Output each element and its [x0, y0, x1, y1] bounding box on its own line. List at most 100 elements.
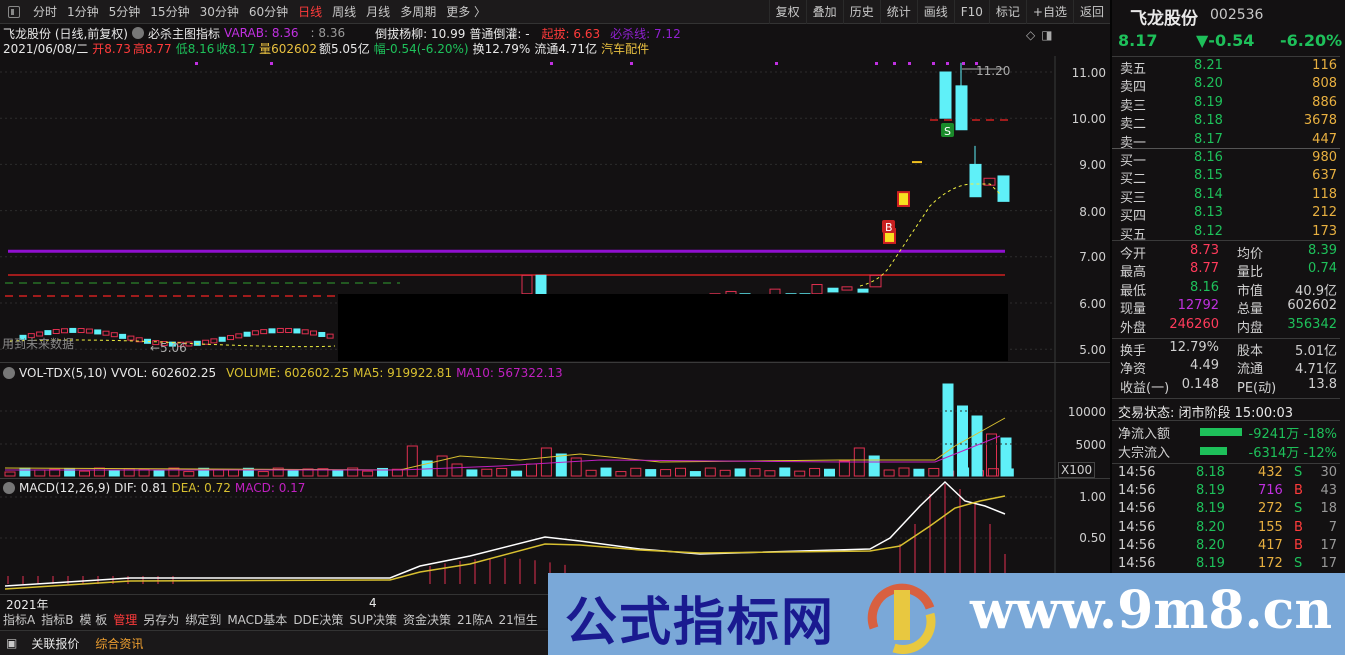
candle: [243, 331, 251, 337]
low-price-label: ←5.06: [150, 341, 187, 355]
volume-bar: [838, 460, 850, 477]
volume-bar: [779, 467, 791, 477]
indicator-tab[interactable]: 指标A: [0, 611, 38, 628]
period-tab[interactable]: 日线: [293, 3, 327, 20]
indicator-settings-icon[interactable]: [132, 27, 144, 39]
pane-divider[interactable]: [0, 362, 1110, 363]
layout-icon[interactable]: ▣: [0, 636, 23, 650]
period-tab[interactable]: 15分钟: [145, 3, 194, 20]
volume-bar: [764, 470, 776, 477]
buy-marker-label: B: [885, 221, 893, 234]
volume-bar: [540, 447, 552, 477]
period-tab[interactable]: 分时: [28, 3, 62, 20]
candle: [521, 274, 533, 295]
candle: [841, 286, 853, 291]
pane-divider[interactable]: [0, 478, 1110, 479]
indicator-tab[interactable]: 21陈A: [454, 611, 495, 628]
period-tab[interactable]: 更多 〉: [441, 3, 491, 20]
indicator-tab[interactable]: DDE决策: [290, 611, 346, 628]
volume-value: 量602602: [259, 41, 317, 56]
volume-value: VOLUME: 602602.25: [226, 366, 350, 380]
change-value: 幅-0.54(-6.20%): [373, 41, 469, 56]
indicator-tab[interactable]: 指标B: [38, 611, 76, 628]
candle: [36, 331, 44, 337]
volume-bar: [332, 470, 344, 477]
tick-count: 18: [1320, 501, 1337, 517]
tick-side: S: [1294, 501, 1303, 517]
tick-side: S: [1294, 465, 1303, 480]
stat-label: 量比: [1237, 265, 1264, 281]
panel-split-icon[interactable]: ◨: [1041, 28, 1052, 42]
toolbar-button[interactable]: +自选: [1025, 0, 1073, 24]
price-change: ▼-0.54: [1196, 31, 1255, 50]
flow-label: 净流入额: [1118, 427, 1171, 442]
toolbar-button[interactable]: 画线: [916, 0, 954, 24]
tick-volume: 716: [1258, 483, 1283, 499]
toolbar-button[interactable]: 标记: [988, 0, 1026, 24]
volume-bar: [868, 455, 880, 477]
indicator-tab[interactable]: 资金决策: [400, 611, 454, 628]
toolbar-button[interactable]: F10: [953, 0, 989, 24]
toolbar-button[interactable]: 复权: [768, 0, 806, 24]
level-volume: 118: [1312, 186, 1337, 202]
indicator-tab[interactable]: 管理: [110, 611, 140, 628]
stat-value: 8.73: [1190, 243, 1219, 258]
stat-value: 356342: [1287, 316, 1337, 332]
volume-settings-icon[interactable]: [3, 367, 15, 379]
period-tab[interactable]: 5分钟: [104, 3, 146, 20]
level-price: 8.21: [1194, 58, 1223, 73]
stat-value: 0.74: [1308, 261, 1337, 277]
volume-bar: [481, 468, 493, 477]
candle: [857, 288, 869, 293]
stat-row: 今开 8.73 均价 8.39: [1112, 243, 1337, 262]
period-tab[interactable]: 月线: [361, 3, 395, 20]
status-tab-related-quote[interactable]: 关联报价: [23, 635, 87, 652]
status-tab-news[interactable]: 综合资讯: [87, 635, 151, 652]
period-tab[interactable]: 1分钟: [62, 3, 104, 20]
order-book-row: 买三 8.14 118: [1112, 186, 1337, 206]
period-tab[interactable]: 多周期: [395, 3, 441, 20]
toolbar-button[interactable]: 统计: [879, 0, 917, 24]
stat-value: 13.8: [1308, 376, 1337, 392]
macd-value: MACD: 0.17: [234, 481, 306, 495]
candle: [52, 329, 60, 335]
volume-unit: X100: [1058, 462, 1096, 478]
level-price: 8.13: [1194, 205, 1223, 221]
tick-row: 14:56 8.19 272 S 18: [1112, 501, 1337, 519]
macd-indicator-name[interactable]: MACD(12,26,9): [19, 481, 110, 495]
tick-volume: 272: [1258, 501, 1283, 517]
stat-value: 12.79%: [1169, 340, 1219, 355]
level-volume: 447: [1312, 131, 1337, 147]
signal-dot: [893, 62, 896, 65]
macd-panel-header: MACD(12,26,9) DIF: 0.81 DEA: 0.72 MACD: …: [3, 481, 309, 495]
level-price: 8.17: [1194, 131, 1223, 147]
indicator-tab[interactable]: 21恒生: [496, 611, 541, 628]
sector-value[interactable]: 汽车配件: [601, 40, 649, 57]
order-book-row: 买四 8.13 212: [1112, 205, 1337, 224]
indicator-tab[interactable]: 模 板: [76, 611, 110, 628]
flow-row: 大宗流入 -6314万 -12%: [1112, 442, 1337, 461]
period-tab[interactable]: 周线: [327, 3, 361, 20]
indicator-tab[interactable]: SUP决策: [346, 611, 400, 628]
indicator-tab[interactable]: 另存为: [140, 611, 182, 628]
candle: [251, 330, 259, 336]
order-book-row: 卖一 8.17 447: [1112, 131, 1337, 151]
level-volume: 808: [1312, 76, 1337, 92]
toolbar-button[interactable]: 历史: [842, 0, 880, 24]
period-toolbar: 分时 1分钟 5分钟 15分钟 30分钟 60分钟 日线 周线 月线 多周期 更多 〉 复权 叠加 历史…: [0, 0, 1110, 24]
toolbar-button[interactable]: 叠加: [805, 0, 843, 24]
period-tab[interactable]: 30分钟: [195, 3, 244, 20]
stat-label: 现量: [1120, 302, 1147, 318]
tick-side: S: [1294, 556, 1303, 571]
panel-toggle-icon[interactable]: [8, 5, 20, 18]
diamond-icon[interactable]: ◇: [1026, 28, 1035, 42]
toolbar-button[interactable]: 返回: [1072, 0, 1110, 24]
macd-settings-icon[interactable]: [3, 482, 15, 494]
indicator-tab[interactable]: 绑定到: [182, 611, 224, 628]
volume-indicator-name[interactable]: VOL-TDX(5,10): [19, 366, 107, 380]
level-price: 8.15: [1194, 168, 1223, 184]
vol-ma10-line: [5, 435, 1001, 471]
period-tab[interactable]: 60分钟: [244, 3, 293, 20]
indicator-tab[interactable]: MACD基本: [224, 611, 290, 628]
level-label: 卖四: [1120, 80, 1147, 96]
